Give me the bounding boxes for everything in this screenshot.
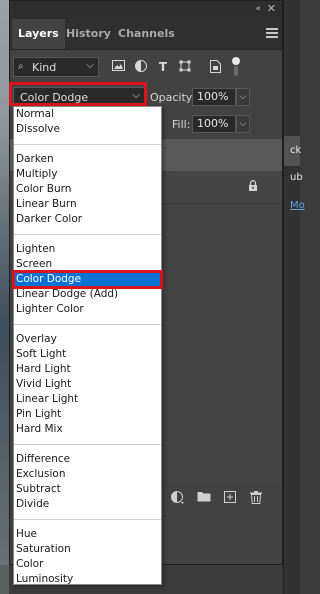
fill-label: Fill: [172, 118, 191, 131]
blend-option-linear-dodge-add[interactable]: Linear Dodge (Add) [14, 287, 161, 302]
smart-object-filter-icon[interactable] [208, 60, 222, 74]
blend-option-darker-color[interactable]: Darker Color [14, 212, 161, 227]
blend-option-normal[interactable]: Normal [14, 107, 161, 122]
chevron-down-icon: ⌵ [86, 60, 94, 71]
canvas-background-left [0, 0, 9, 594]
adjustment-layer-icon[interactable] [171, 491, 185, 509]
dropdown-separator [14, 324, 161, 325]
blend-option-hard-light[interactable]: Hard Light [14, 362, 161, 377]
canvas-background-left-bottom [0, 565, 9, 594]
close-panel-icon[interactable]: ✕ [267, 2, 276, 15]
blend-option-dissolve[interactable]: Dissolve [14, 122, 161, 137]
adjacent-link-fragment[interactable]: Mo [290, 200, 305, 211]
tab-layers[interactable]: Layers [12, 19, 65, 49]
image-filter-icon[interactable] [111, 60, 125, 74]
blend-option-divide[interactable]: Divide [14, 497, 161, 512]
blend-option-saturation[interactable]: Saturation [14, 542, 161, 557]
blend-option-lighten[interactable]: Lighten [14, 242, 161, 257]
search-icon: ⌕ [18, 61, 24, 72]
adjacent-text-fragment: ck [290, 145, 302, 156]
opacity-label: Opacity: [150, 91, 196, 104]
lock-icon [248, 180, 258, 194]
blend-option-screen[interactable]: Screen [14, 257, 161, 272]
blend-option-overlay[interactable]: Overlay [14, 332, 161, 347]
layer-filter-row: ⌕ Kind ⌵ T [10, 55, 282, 81]
blend-option-pin-light[interactable]: Pin Light [14, 407, 161, 422]
blend-option-color[interactable]: Color [14, 557, 161, 572]
blend-option-linear-burn[interactable]: Linear Burn [14, 197, 161, 212]
panel-title-bar: « ✕ [10, 1, 282, 19]
blend-option-color-burn[interactable]: Color Burn [14, 182, 161, 197]
panel-menu-icon[interactable] [266, 28, 278, 40]
blend-option-vivid-light[interactable]: Vivid Light [14, 377, 161, 392]
opacity-field[interactable]: 100% [192, 88, 236, 106]
blend-option-subtract[interactable]: Subtract [14, 482, 161, 497]
dropdown-separator [14, 144, 161, 145]
adjacent-text-fragment: ub [290, 172, 303, 183]
blend-option-color-dodge[interactable]: Color Dodge [14, 272, 161, 287]
blend-option-exclusion[interactable]: Exclusion [14, 467, 161, 482]
fill-chevron-icon[interactable]: ⌵ [236, 115, 250, 133]
type-filter-icon[interactable]: T [156, 60, 170, 74]
trash-icon[interactable] [250, 491, 262, 508]
blend-option-linear-light[interactable]: Linear Light [14, 392, 161, 407]
dropdown-separator [14, 444, 161, 445]
blend-option-lighter-color[interactable]: Lighter Color [14, 302, 161, 317]
collapse-panel-icon[interactable]: « [255, 4, 260, 14]
opacity-chevron-icon[interactable]: ⌵ [236, 88, 250, 106]
filter-kind-label: Kind [32, 61, 57, 74]
blend-mode-select[interactable]: Color Dodge ⌵ [13, 87, 146, 107]
filter-toggle-switch[interactable] [232, 57, 240, 77]
blend-option-soft-light[interactable]: Soft Light [14, 347, 161, 362]
shape-filter-icon[interactable] [178, 60, 192, 74]
blend-option-difference[interactable]: Difference [14, 452, 161, 467]
blend-option-hard-mix[interactable]: Hard Mix [14, 422, 161, 437]
folder-icon[interactable] [197, 491, 211, 506]
blend-option-hue[interactable]: Hue [14, 527, 161, 542]
chevron-down-icon: ⌵ [132, 90, 140, 101]
adjustment-filter-icon[interactable] [134, 60, 148, 74]
dropdown-separator [14, 519, 161, 520]
blend-option-luminosity[interactable]: Luminosity [14, 572, 161, 587]
blend-mode-dropdown: Normal Dissolve Darken Multiply Color Burn Li… [12, 106, 163, 587]
new-layer-icon[interactable] [224, 491, 236, 507]
filter-kind-select[interactable]: ⌕ Kind ⌵ [13, 57, 99, 77]
tab-history[interactable]: History [60, 19, 117, 49]
dropdown-separator [14, 234, 161, 235]
fill-field[interactable]: 100% [192, 115, 236, 133]
blend-option-multiply[interactable]: Multiply [14, 167, 161, 182]
adjacent-panel: ck ub Mo [283, 0, 305, 594]
blend-mode-value: Color Dodge [20, 91, 89, 104]
panel-tabs: Layers History Channels [10, 19, 282, 50]
blend-option-darken[interactable]: Darken [14, 152, 161, 167]
tab-channels[interactable]: Channels [112, 19, 181, 49]
